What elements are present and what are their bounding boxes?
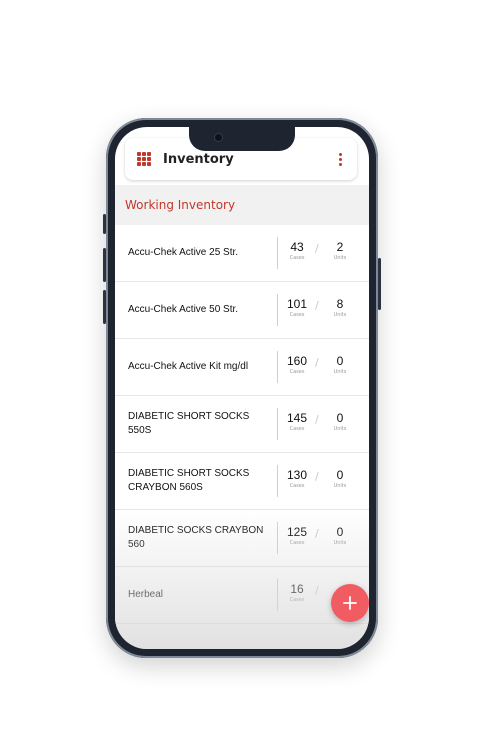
inventory-row[interactable]: Accu-Chek Active Kit mg/dl 160 Cases / 0…: [115, 339, 369, 396]
item-name: Herbeal: [128, 589, 164, 600]
units-count: 0 Units: [320, 411, 360, 432]
units-count: [320, 582, 360, 583]
units-label: Units: [333, 312, 347, 318]
inventory-row[interactable]: DIABETIC SOCKS CRAYBON 560 125 Cases / 0…: [115, 510, 369, 567]
cases-label: Cases: [289, 597, 305, 603]
camera-icon: [215, 134, 222, 141]
cases-label: Cases: [289, 312, 305, 318]
units-label: Units: [333, 369, 347, 375]
inventory-row[interactable]: Accu-Chek Active 25 Str. 43 Cases / 2 Un…: [115, 225, 369, 282]
cases-count: 125 Cases: [277, 525, 317, 546]
separator-slash: /: [315, 470, 319, 483]
item-name: Accu-Chek Active 25 Str.: [128, 247, 239, 258]
cases-label: Cases: [289, 540, 305, 546]
inventory-list: Accu-Chek Active 25 Str. 43 Cases / 2 Un…: [115, 225, 369, 624]
units-value: 0: [336, 411, 344, 425]
cases-value: 101: [286, 297, 308, 311]
units-value: 0: [336, 525, 344, 539]
kebab-menu-icon[interactable]: [329, 148, 351, 170]
cases-count: 16 Cases: [277, 582, 317, 603]
cases-label: Cases: [289, 426, 305, 432]
units-count: 8 Units: [320, 297, 360, 318]
grid-menu-icon[interactable]: [137, 152, 151, 166]
cases-label: Cases: [289, 255, 305, 261]
notch: [189, 127, 295, 151]
phone-side-button: [103, 214, 106, 234]
separator-slash: /: [315, 584, 319, 597]
item-name: Accu-Chek Active Kit mg/dl: [128, 361, 249, 372]
units-count: 0 Units: [320, 354, 360, 375]
inventory-row[interactable]: DIABETIC SHORT SOCKS CRAYBON 560S 130 Ca…: [115, 453, 369, 510]
phone-screen: Inventory Working Inventory Accu-Chek Ac…: [115, 127, 369, 649]
inventory-row[interactable]: DIABETIC SHORT SOCKS 550S 145 Cases / 0 …: [115, 396, 369, 453]
plus-icon: [343, 596, 357, 610]
units-value: 0: [336, 354, 344, 368]
add-item-button[interactable]: [331, 584, 369, 622]
units-count: 0 Units: [320, 525, 360, 546]
item-name: DIABETIC SHORT SOCKS CRAYBON 560S: [128, 468, 250, 493]
separator-slash: /: [315, 413, 319, 426]
units-label: Units: [333, 255, 347, 261]
units-value: 2: [336, 240, 344, 254]
cases-value: 145: [286, 411, 308, 425]
separator-slash: /: [315, 527, 319, 540]
cases-count: 160 Cases: [277, 354, 317, 375]
cases-value: 125: [286, 525, 308, 539]
separator-slash: /: [315, 299, 319, 312]
section-title: Working Inventory: [125, 198, 236, 212]
separator-slash: /: [315, 356, 319, 369]
phone-frame: Inventory Working Inventory Accu-Chek Ac…: [103, 118, 381, 658]
separator-slash: /: [315, 242, 319, 255]
page-title: Inventory: [163, 151, 234, 167]
units-count: 2 Units: [320, 240, 360, 261]
cases-label: Cases: [289, 483, 305, 489]
item-name: Accu-Chek Active 50 Str.: [128, 304, 239, 315]
units-label: Units: [333, 483, 347, 489]
units-label: Units: [333, 426, 347, 432]
units-label: Units: [333, 540, 347, 546]
cases-value: 160: [286, 354, 308, 368]
item-name: DIABETIC SHORT SOCKS 550S: [128, 411, 250, 436]
cases-count: 43 Cases: [277, 240, 317, 261]
inventory-row[interactable]: Herbeal 16 Cases /: [115, 567, 369, 624]
units-count: 0 Units: [320, 468, 360, 489]
cases-value: 43: [290, 240, 304, 254]
inventory-row[interactable]: Accu-Chek Active 50 Str. 101 Cases / 8 U…: [115, 282, 369, 339]
units-value: 0: [336, 468, 344, 482]
section-header: Working Inventory: [115, 185, 369, 225]
cases-count: 130 Cases: [277, 468, 317, 489]
cases-value: 130: [286, 468, 308, 482]
phone-power-button: [378, 258, 381, 310]
cases-count: 101 Cases: [277, 297, 317, 318]
cases-count: 145 Cases: [277, 411, 317, 432]
phone-volume-up: [103, 248, 106, 282]
cases-label: Cases: [289, 369, 305, 375]
cases-value: 16: [290, 582, 304, 596]
phone-volume-down: [103, 290, 106, 324]
units-value: 8: [336, 297, 344, 311]
item-name: DIABETIC SOCKS CRAYBON 560: [128, 525, 264, 550]
